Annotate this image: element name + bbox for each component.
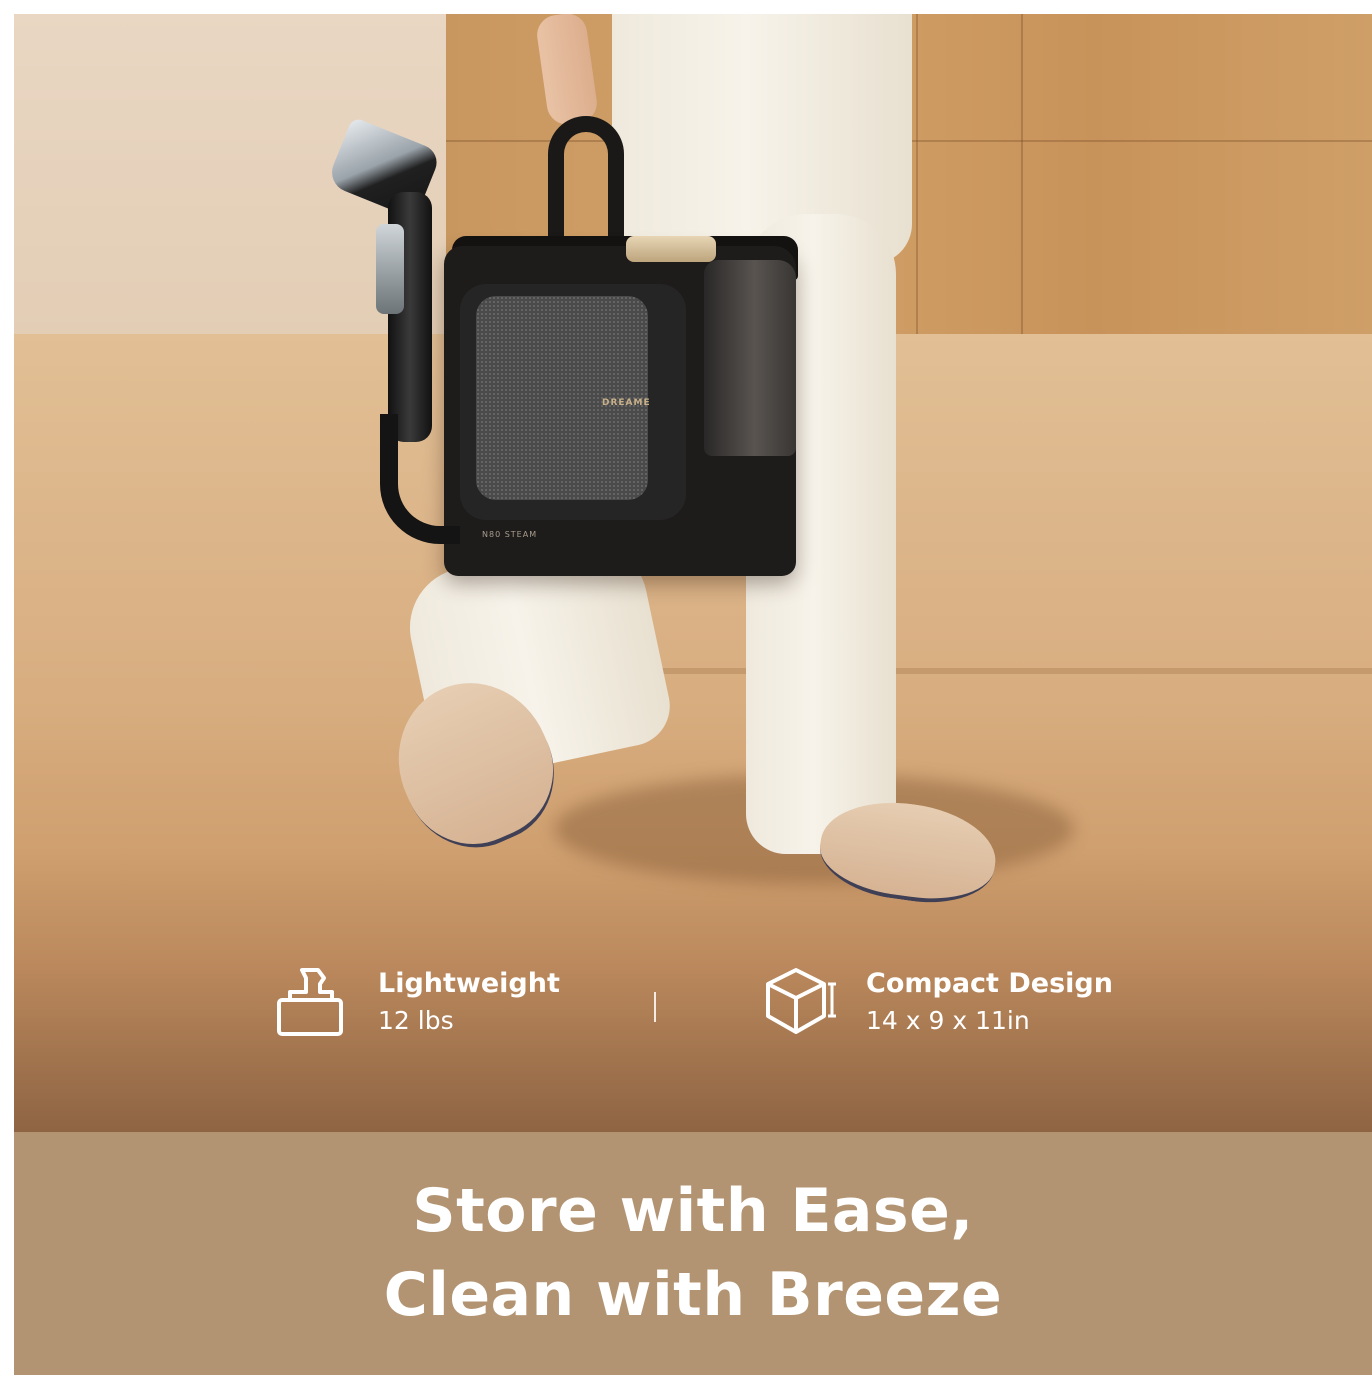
- product-image-frame: DREAME N80 STEAM Lightweight 12 lbs Comp…: [14, 14, 1372, 1375]
- model-logo: N80 STEAM: [482, 530, 538, 539]
- product-photo: DREAME N80 STEAM Lightweight 12 lbs Comp…: [14, 14, 1372, 1132]
- device-release-button: [626, 236, 716, 262]
- feature-divider: [654, 992, 656, 1022]
- cube-dimensions-icon: [766, 968, 836, 1034]
- tool-window: [376, 224, 404, 314]
- headline-line-2: Clean with Breeze: [383, 1260, 1003, 1330]
- headline-line-1: Store with Ease,: [412, 1176, 974, 1246]
- feature-value-weight: 12 lbs: [378, 1006, 454, 1035]
- brand-logo: DREAME: [602, 398, 651, 408]
- feature-band: Lightweight 12 lbs Compact Design 14 x 9…: [14, 964, 1372, 1054]
- water-tank: [704, 260, 796, 456]
- feature-value-dimensions: 14 x 9 x 11in: [866, 1006, 1030, 1035]
- headline-banner: Store with Ease, Clean with Breeze: [14, 1132, 1372, 1375]
- feature-title-lightweight: Lightweight: [378, 968, 560, 999]
- bag-lift-icon: [277, 968, 343, 1036]
- feature-title-compact: Compact Design: [866, 968, 1113, 999]
